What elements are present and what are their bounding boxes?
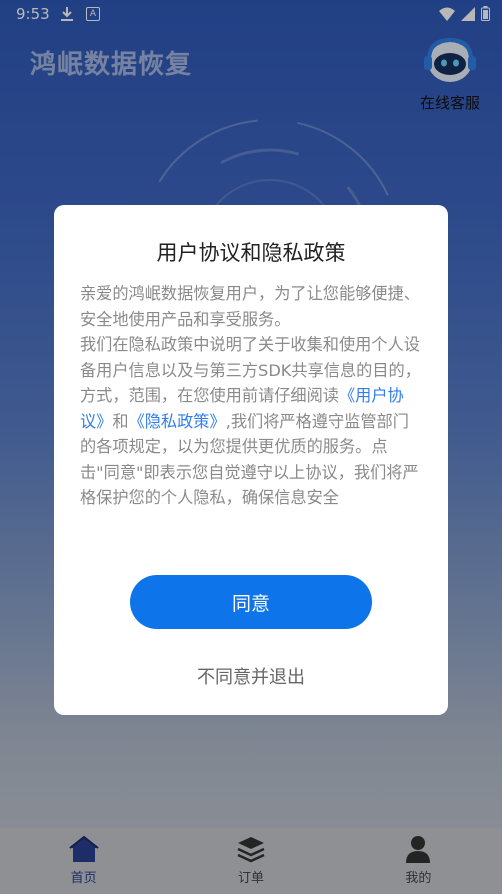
privacy-dialog: 用户协议和隐私政策 亲爱的鸿岷数据恢复用户，为了让您能够便捷、安全地使用产品和享… <box>54 205 448 715</box>
dialog-title: 用户协议和隐私政策 <box>156 241 346 265</box>
dialog-paragraph-details: 我们在隐私政策中说明了关于收集和使用个人设备用户信息以及与第三方SDK共享信息的… <box>80 332 424 511</box>
dialog-paragraph-intro: 亲爱的鸿岷数据恢复用户，为了让您能够便捷、安全地使用产品和享受服务。 <box>80 284 420 329</box>
dialog-body: 亲爱的鸿岷数据恢复用户，为了让您能够便捷、安全地使用产品和享受服务。 我们在隐私… <box>80 281 424 511</box>
agree-button[interactable]: 同意 <box>130 575 372 629</box>
dialog-text-and: 和 <box>112 411 129 431</box>
disagree-exit-button[interactable]: 不同意并退出 <box>54 663 448 689</box>
privacy-policy-link[interactable]: 《隐私政策》 <box>129 412 226 431</box>
